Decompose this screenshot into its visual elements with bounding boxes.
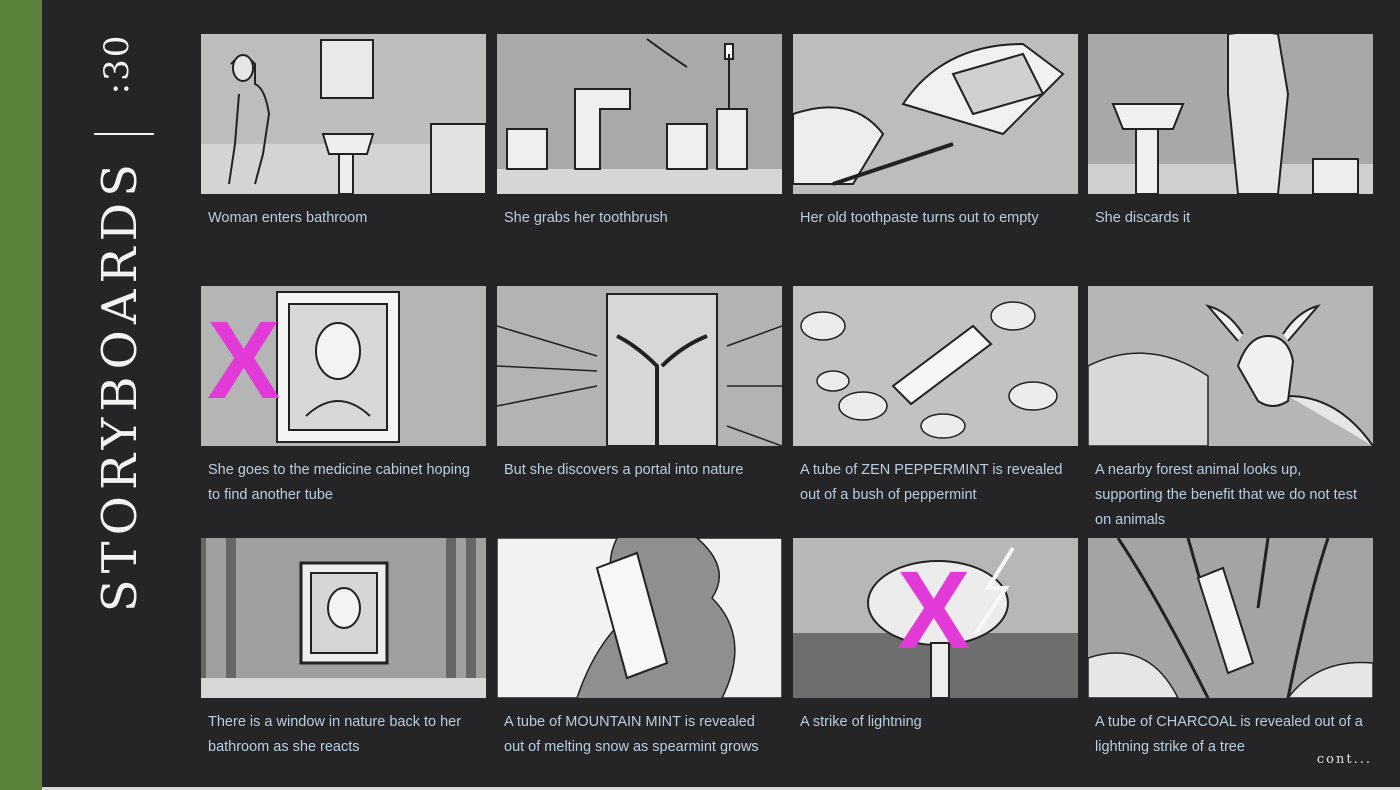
accent-strip <box>0 0 42 790</box>
frame-illustration <box>1088 538 1373 698</box>
frame-illustration <box>497 286 782 446</box>
sketch-image <box>497 286 782 446</box>
frame-illustration: X <box>793 538 1078 698</box>
frame-illustration <box>1088 34 1373 194</box>
duration-label: :30 <box>97 33 137 95</box>
side-title: :30 STORYBOARDS <box>86 34 156 620</box>
frame-caption: There is a window in nature back to her … <box>208 714 462 755</box>
x-mark: X <box>207 299 281 422</box>
sketch-image <box>793 286 1078 446</box>
storyboard-frame: Woman enters bathroom <box>201 34 486 231</box>
frame-caption: She discards it <box>1095 210 1191 226</box>
frame-illustration <box>793 34 1078 194</box>
frame-illustration <box>497 34 782 194</box>
frame-illustration: X <box>201 286 486 446</box>
frame-illustration <box>793 286 1078 446</box>
sketch-image <box>1088 538 1373 698</box>
sketch-image <box>793 34 1078 194</box>
storyboard-frame: There is a window in nature back to her … <box>201 538 486 760</box>
frame-caption: She grabs her toothbrush <box>504 210 668 226</box>
storyboard-frame: X She goes to the medicine cabinet hoping… <box>201 286 486 508</box>
frame-caption: Woman enters bathroom <box>208 210 368 226</box>
frame-illustration <box>201 538 486 698</box>
storyboard-frame: X A strike of lightning <box>793 538 1078 735</box>
sketch-image <box>1088 286 1373 446</box>
sketch-image <box>201 34 486 194</box>
storyboard-frame: She grabs her toothbrush <box>497 34 782 231</box>
storyboard-frame: Her old toothpaste turns out to empty <box>793 34 1078 231</box>
sketch-image <box>1088 34 1373 194</box>
frame-caption: A tube of ZEN PEPPERMINT is revealed out… <box>800 462 1063 503</box>
frame-caption: But she discovers a portal into nature <box>504 462 744 478</box>
frame-caption: A tube of MOUNTAIN MINT is revealed out … <box>504 714 759 755</box>
frame-illustration <box>1088 286 1373 446</box>
frame-caption: A strike of lightning <box>800 714 922 730</box>
sketch-image <box>497 538 782 698</box>
storyboard-frame: A nearby forest animal looks up, support… <box>1088 286 1373 533</box>
storyboard-frame: But she discovers a portal into nature <box>497 286 782 483</box>
frame-illustration <box>497 538 782 698</box>
page-title: STORYBOARDS <box>92 158 148 613</box>
sketch-image <box>201 538 486 698</box>
frame-caption: Her old toothpaste turns out to empty <box>800 210 1039 226</box>
storyboard-frame: A tube of CHARCOAL is revealed out of a … <box>1088 538 1373 760</box>
title-divider <box>94 133 154 135</box>
storyboard-frame: A tube of MOUNTAIN MINT is revealed out … <box>497 538 782 760</box>
frame-illustration <box>201 34 486 194</box>
sketch-image <box>497 34 782 194</box>
frame-caption: A nearby forest animal looks up, support… <box>1095 462 1357 528</box>
storyboard-frame: A tube of ZEN PEPPERMINT is revealed out… <box>793 286 1078 508</box>
frame-caption: She goes to the medicine cabinet hoping … <box>208 462 470 503</box>
continued-label: cont... <box>1316 752 1372 767</box>
storyboard-frame: She discards it <box>1088 34 1373 231</box>
x-mark: X <box>897 549 971 672</box>
